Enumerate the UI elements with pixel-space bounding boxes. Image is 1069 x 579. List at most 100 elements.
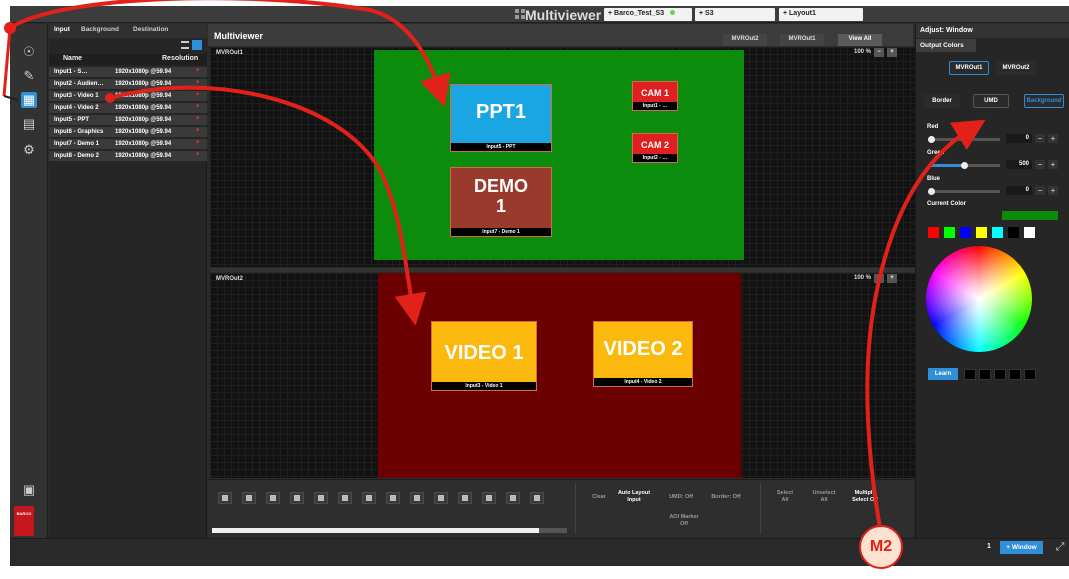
color-swatch[interactable]: [976, 227, 987, 238]
align-right-icon[interactable]: [266, 492, 280, 504]
zoom-out-button[interactable]: −: [874, 48, 885, 57]
select-all-button[interactable]: Select All: [774, 490, 796, 504]
size-medium-icon[interactable]: [434, 492, 448, 504]
tab-barco-test-s3[interactable]: + Barco_Test_S3: [604, 8, 692, 21]
green-plus-button[interactable]: +: [1048, 160, 1058, 169]
align-center-icon[interactable]: [242, 492, 256, 504]
window-ppt1[interactable]: PPT1 Input5 - PPT: [450, 84, 552, 152]
input-row[interactable]: Input6 - Graphics 1920x1080p @59.94 *: [49, 127, 207, 138]
umd-mode-button[interactable]: UMD: [973, 94, 1009, 108]
size-large-icon[interactable]: [458, 492, 472, 504]
tab-background[interactable]: Background: [81, 26, 119, 33]
learned-color-slot[interactable]: [1009, 369, 1021, 380]
layout-icon[interactable]: ▦: [21, 92, 37, 108]
color-swatch[interactable]: [960, 227, 971, 238]
align-bottom-icon[interactable]: [338, 492, 352, 504]
input-row[interactable]: Input1 - S… 1920x1080p @59.94 *: [49, 67, 207, 78]
umd-toggle[interactable]: UMD: Off: [663, 494, 699, 501]
canvas-mvrout1[interactable]: MVROut1 100 % − + PPT1 Input5 - PPT CAM 1 …: [210, 47, 915, 267]
border-toggle[interactable]: Border: Off: [704, 494, 748, 501]
tab-destination[interactable]: Destination: [133, 26, 168, 33]
aoi-marker-toggle[interactable]: AOI Marker Off: [666, 514, 702, 528]
green-minus-button[interactable]: −: [1035, 160, 1045, 169]
align-top-icon[interactable]: [290, 492, 304, 504]
tab-mvrout1[interactable]: MVROut1: [780, 34, 824, 46]
align-middle-icon[interactable]: [314, 492, 328, 504]
size-fit-icon[interactable]: [530, 492, 544, 504]
users-icon[interactable]: ☉: [21, 44, 37, 60]
color-swatch[interactable]: [1024, 227, 1035, 238]
input-row[interactable]: Input8 - Demo 2 1920x1080p @59.94 *: [49, 151, 207, 162]
status-mark: *: [196, 127, 200, 136]
mvrout2-button[interactable]: MVROut2: [996, 61, 1036, 75]
list-view-icon[interactable]: [181, 41, 189, 49]
tab-view-all[interactable]: View All: [838, 34, 882, 46]
input-row[interactable]: Input2 - Audien… 1920x1080p @59.94 *: [49, 79, 207, 90]
input-row[interactable]: Input4 - Video 2 1920x1080p @59.94 *: [49, 103, 207, 114]
tab-s3[interactable]: + S3: [695, 8, 775, 21]
color-swatch[interactable]: [992, 227, 1003, 238]
gear-icon[interactable]: ⚙: [21, 142, 37, 158]
mvrout1-button[interactable]: MVROut1: [949, 61, 989, 75]
learned-color-slot[interactable]: [979, 369, 991, 380]
blue-plus-button[interactable]: +: [1048, 186, 1058, 195]
red-value[interactable]: 0: [1006, 134, 1032, 143]
zoom-in-button[interactable]: +: [887, 48, 898, 57]
zoom-in-button[interactable]: +: [887, 274, 898, 283]
window-demo1[interactable]: DEMO 1 Input7 - Demo 1: [450, 167, 552, 237]
size-xl-icon[interactable]: [482, 492, 496, 504]
distribute-h-icon[interactable]: [362, 492, 376, 504]
learned-color-slot[interactable]: [994, 369, 1006, 380]
learn-button[interactable]: Learn: [928, 368, 958, 380]
input-row[interactable]: Input3 - Video 1 1920x1080p @59.94 *: [49, 91, 207, 102]
output-colors-tab[interactable]: Output Colors: [916, 39, 976, 52]
unselect-all-button[interactable]: Unselect All: [810, 490, 838, 504]
size-small-icon[interactable]: [410, 492, 424, 504]
red-plus-button[interactable]: +: [1048, 134, 1058, 143]
input-resolution: 1920x1080p @59.94: [115, 93, 172, 99]
size-full-icon[interactable]: [506, 492, 520, 504]
fullscreen-icon[interactable]: ⤢: [1054, 541, 1066, 553]
color-swatch[interactable]: [928, 227, 939, 238]
zoom-out-button[interactable]: −: [874, 274, 885, 283]
add-window-button[interactable]: + Window: [1000, 541, 1043, 554]
multiple-select-toggle[interactable]: Multiple Select Off: [848, 490, 882, 504]
canvas-mvrout2[interactable]: MVROut2 100 % − + VIDEO 1 Input3 - Video 1…: [210, 273, 915, 478]
tab-mvrout2[interactable]: MVROut2: [723, 34, 767, 46]
red-minus-button[interactable]: −: [1035, 134, 1045, 143]
red-slider[interactable]: [928, 136, 1000, 143]
learned-color-slot[interactable]: [1024, 369, 1036, 380]
edit-icon[interactable]: ✎: [21, 68, 37, 84]
blue-value[interactable]: 0: [1006, 186, 1032, 195]
col-name[interactable]: Name: [63, 55, 82, 62]
col-resolution[interactable]: Resolution: [162, 55, 198, 62]
window-video1[interactable]: VIDEO 1 Input3 - Video 1: [431, 321, 537, 391]
window-video2[interactable]: VIDEO 2 Input4 - Video 2: [593, 321, 693, 387]
window-cam2[interactable]: CAM 2 Input2 - …: [632, 133, 678, 163]
blue-slider[interactable]: [928, 188, 1000, 195]
distribute-v-icon[interactable]: [386, 492, 400, 504]
save-icon[interactable]: ▣: [21, 482, 37, 498]
display-icon[interactable]: ▤: [21, 116, 37, 132]
canvas-label: MVROut1: [216, 50, 243, 56]
background-mode-button[interactable]: Background: [1024, 94, 1064, 108]
blue-minus-button[interactable]: −: [1035, 186, 1045, 195]
green-value[interactable]: 500: [1006, 160, 1032, 169]
window-cam1[interactable]: CAM 1 Input1 - …: [632, 81, 678, 111]
input-row[interactable]: Input5 - PPT 1920x1080p @59.94 *: [49, 115, 207, 126]
auto-layout-input-button[interactable]: Auto Layout Input: [616, 490, 652, 504]
learned-color-slot[interactable]: [964, 369, 976, 380]
canvas-splitter[interactable]: [210, 268, 915, 272]
tab-layout1[interactable]: + Layout1: [779, 8, 863, 21]
border-mode-button[interactable]: Border: [924, 94, 960, 108]
tab-input[interactable]: Input: [54, 26, 70, 33]
grid-view-icon[interactable]: [192, 40, 202, 50]
green-slider[interactable]: [930, 162, 1000, 169]
clear-button[interactable]: Clear: [586, 494, 612, 501]
background-green: [374, 50, 744, 260]
input-row[interactable]: Input7 - Demo 1 1920x1080p @59.94 *: [49, 139, 207, 150]
color-swatch[interactable]: [944, 227, 955, 238]
color-swatch[interactable]: [1008, 227, 1019, 238]
align-left-icon[interactable]: [218, 492, 232, 504]
color-wheel[interactable]: [926, 246, 1032, 352]
